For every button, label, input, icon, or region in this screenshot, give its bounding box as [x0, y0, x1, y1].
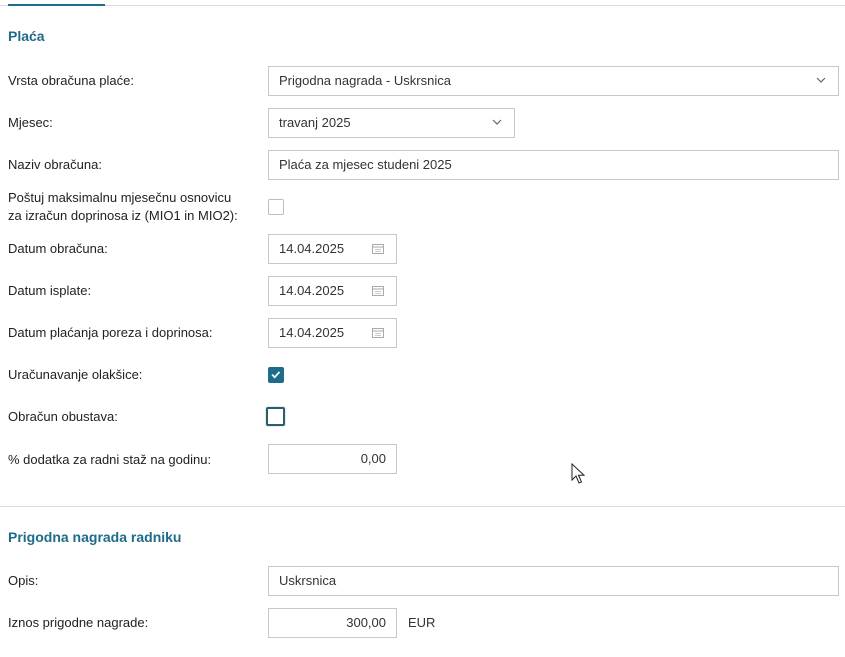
label-vrsta-obracuna: Vrsta obračuna plaće:	[8, 73, 134, 88]
label-datum-obracuna: Datum obračuna:	[8, 241, 108, 256]
mjesec-value: travanj 2025	[279, 115, 351, 130]
label-datum-isplate: Datum isplate:	[8, 283, 92, 298]
label-opis: Opis:	[8, 573, 39, 588]
chevron-down-icon	[816, 77, 826, 83]
naziv-obracuna-input[interactable]: Plaća za mjesec studeni 2025	[268, 150, 839, 180]
check-icon	[271, 371, 281, 379]
label-mjesec: Mjesec:	[8, 115, 53, 130]
label-postuj-osnovicu-2: za izračun doprinosa iz (MIO1 in MIO2):	[8, 208, 238, 223]
mjesec-select[interactable]: travanj 2025	[268, 108, 515, 138]
datum-obracuna-value: 14.04.2025	[279, 241, 345, 256]
calendar-icon[interactable]	[372, 286, 384, 296]
calendar-icon[interactable]	[372, 328, 384, 338]
vrsta-obracuna-select[interactable]: Prigodna nagrada - Uskrsnica	[268, 66, 839, 96]
uracunavanje-olaksice-checkbox[interactable]	[268, 367, 284, 383]
opis-input[interactable]: Uskrsnica	[268, 566, 839, 596]
vrsta-obracuna-value: Prigodna nagrada - Uskrsnica	[279, 73, 451, 88]
opis-value: Uskrsnica	[279, 573, 337, 588]
iznos-prigodne-nagrade-value: 300,00	[346, 615, 386, 630]
datum-placanja-value: 14.04.2025	[279, 325, 345, 340]
label-datum-placanja: Datum plaćanja poreza i doprinosa:	[8, 325, 213, 340]
currency-unit: EUR	[408, 615, 436, 630]
top-divider	[0, 5, 845, 6]
active-tab-indicator	[8, 4, 105, 6]
calendar-icon[interactable]	[372, 244, 384, 254]
postuj-osnovicu-checkbox[interactable]	[268, 199, 284, 215]
obracun-obustava-checkbox[interactable]	[266, 407, 285, 426]
section-title-prigodna-nagrada: Prigodna nagrada radniku	[8, 529, 182, 545]
section-divider	[0, 506, 845, 507]
section-title-placa: Plaća	[8, 28, 45, 44]
chevron-down-icon	[492, 119, 502, 125]
naziv-obracuna-value: Plaća za mjesec studeni 2025	[279, 157, 452, 172]
label-postuj-osnovicu-1: Poštuj maksimalnu mjesečnu osnovicu	[8, 190, 232, 205]
label-dodatak-radni-staz: % dodatka za radni staž na godinu:	[8, 452, 212, 467]
datum-obracuna-input[interactable]: 14.04.2025	[268, 234, 397, 264]
datum-isplate-input[interactable]: 14.04.2025	[268, 276, 397, 306]
iznos-prigodne-nagrade-input[interactable]: 300,00	[268, 608, 397, 638]
label-uracunavanje-olaksice: Uračunavanje olakšice:	[8, 367, 143, 382]
label-naziv-obracuna: Naziv obračuna:	[8, 157, 102, 172]
datum-isplate-value: 14.04.2025	[279, 283, 345, 298]
label-obracun-obustava: Obračun obustava:	[8, 409, 118, 424]
mouse-cursor-icon	[571, 463, 585, 484]
dodatak-radni-staz-input[interactable]: 0,00	[268, 444, 397, 474]
dodatak-radni-staz-value: 0,00	[360, 451, 386, 466]
label-iznos-prigodne-nagrade: Iznos prigodne nagrade:	[8, 615, 149, 630]
datum-placanja-input[interactable]: 14.04.2025	[268, 318, 397, 348]
